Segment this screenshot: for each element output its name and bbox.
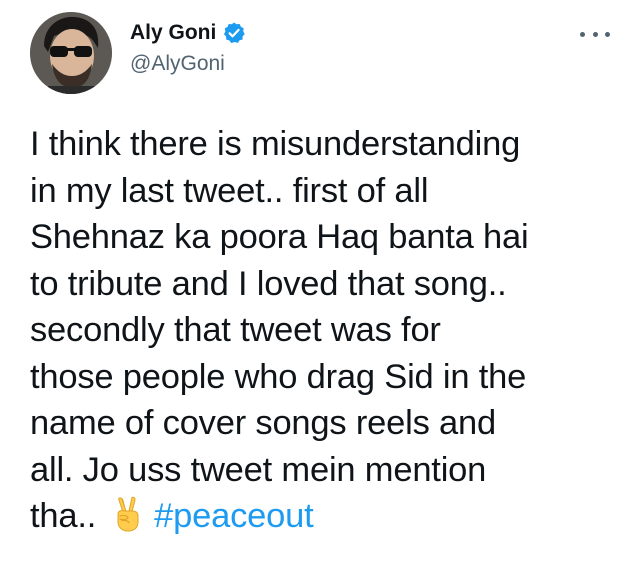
tweet-line: to tribute and I loved that song.. <box>30 264 507 303</box>
hashtag-link[interactable]: #peaceout <box>154 497 314 535</box>
verified-badge-icon <box>222 21 246 45</box>
tweet-line: Shehnaz ka poora Haq banta hai <box>30 218 529 256</box>
more-dot <box>580 31 585 37</box>
tweet-line: all. Jo uss tweet mein mention <box>30 450 487 489</box>
tweet-line: secondly that tweet was for <box>30 311 441 349</box>
display-name[interactable]: Aly Goni <box>130 21 216 45</box>
tweet-text: I think there is misunderstanding in my … <box>30 121 620 540</box>
author-handle[interactable]: @AlyGoni <box>130 52 246 76</box>
tweet-line: those people who drag Sid in the <box>30 357 527 396</box>
tweet-line: name of cover songs reels and <box>30 404 496 442</box>
avatar[interactable] <box>30 12 112 94</box>
tweet-card: Aly Goni @AlyGoni I think there is misun… <box>0 0 640 576</box>
more-dot <box>605 31 610 37</box>
display-name-row: Aly Goni <box>130 18 246 48</box>
tweet-line: I think there is misunderstanding <box>30 125 521 163</box>
tweet-last-line: tha.. #peaceout <box>30 493 620 540</box>
tweet-header: Aly Goni @AlyGoni <box>30 12 610 96</box>
author-names: Aly Goni @AlyGoni <box>130 18 246 76</box>
more-dot <box>592 31 598 37</box>
more-options-icon[interactable] <box>580 24 610 44</box>
victory-hand-emoji-icon <box>110 495 144 533</box>
tweet-line-text: tha.. <box>30 497 97 535</box>
profile-photo-icon <box>30 12 112 94</box>
tweet-line: in my last tweet.. first of all <box>30 171 429 210</box>
